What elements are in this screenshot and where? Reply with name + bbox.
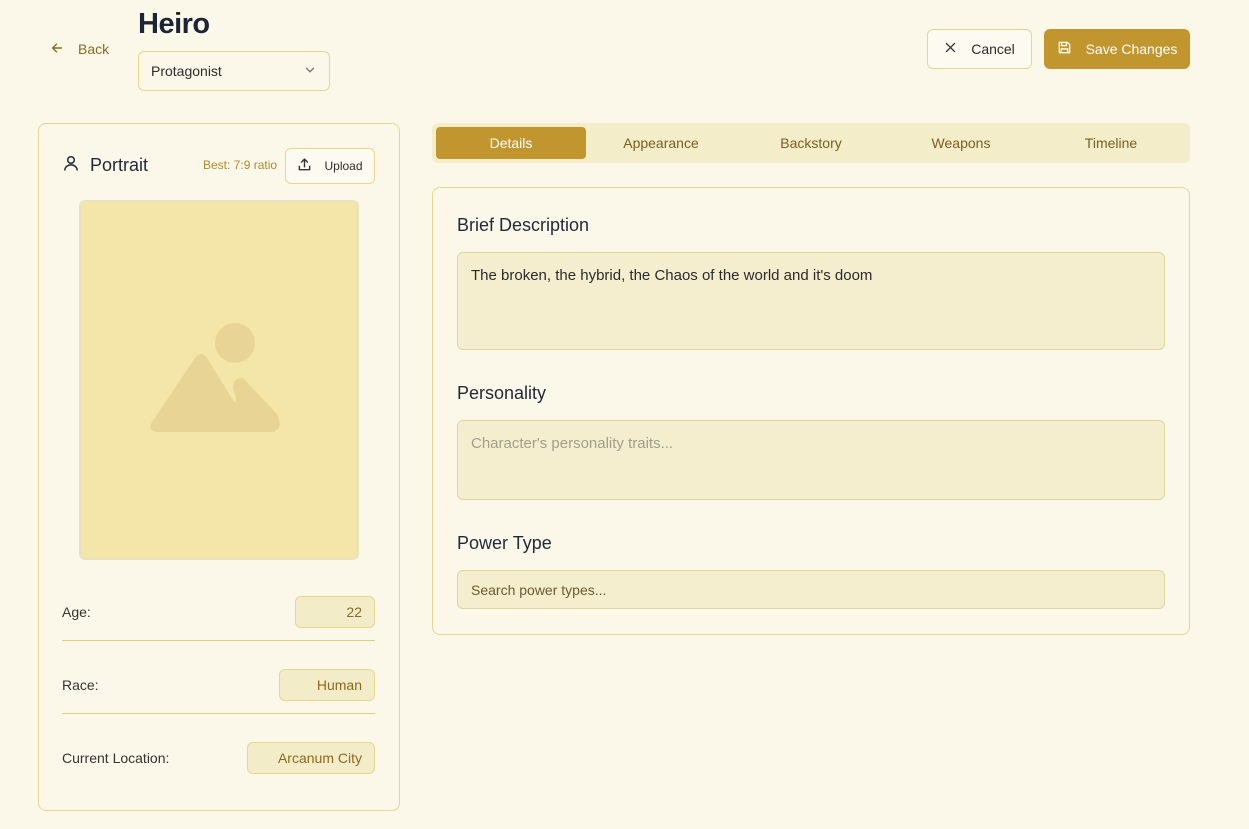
image-placeholder-icon [149, 318, 289, 443]
divider [62, 640, 375, 641]
portrait-heading: Portrait [62, 154, 148, 177]
power-type-search-input[interactable]: Search power types... [457, 570, 1165, 609]
upload-icon [297, 157, 312, 175]
divider [62, 713, 375, 714]
power-type-label: Power Type [457, 533, 552, 553]
personality-label: Personality [457, 383, 547, 403]
tab-timeline[interactable]: Timeline [1036, 127, 1186, 159]
user-icon [62, 154, 80, 177]
tab-appearance[interactable]: Appearance [586, 127, 736, 159]
back-button[interactable]: Back [50, 38, 109, 60]
race-label: Race: [62, 677, 99, 693]
tab-bar: Details Appearance Backstory Weapons Tim… [432, 123, 1190, 163]
ratio-hint: Best: 7:9 ratio [203, 158, 278, 172]
tab-backstory[interactable]: Backstory [736, 127, 886, 159]
tab-weapons[interactable]: Weapons [886, 127, 1036, 159]
save-label: Save Changes [1085, 41, 1178, 57]
tab-details[interactable]: Details [436, 127, 586, 159]
upload-label: Upload [324, 159, 363, 173]
race-field[interactable]: Human [279, 669, 375, 701]
cancel-button[interactable]: Cancel [927, 29, 1032, 69]
cancel-label: Cancel [971, 41, 1015, 57]
brief-description-textarea[interactable]: The broken, the hybrid, the Chaos of the… [457, 252, 1165, 350]
upload-button[interactable]: Upload [285, 148, 375, 184]
close-icon [944, 41, 957, 57]
age-label: Age: [62, 604, 91, 620]
current-location-field[interactable]: Arcanum City [247, 742, 375, 774]
save-icon [1057, 40, 1072, 58]
personality-textarea[interactable]: Character's personality traits... [457, 420, 1165, 500]
current-location-label: Current Location: [62, 750, 170, 766]
brief-description-label: Brief Description [457, 215, 590, 235]
character-name: Heiro [138, 8, 210, 40]
portrait-title: Portrait [90, 155, 149, 175]
back-label: Back [78, 41, 110, 57]
save-changes-button[interactable]: Save Changes [1044, 29, 1190, 69]
role-select[interactable]: Protagonist [138, 51, 330, 91]
age-field[interactable]: 22 [295, 596, 375, 628]
portrait-placeholder[interactable] [79, 200, 359, 560]
arrow-left-icon [50, 41, 64, 58]
role-value: Protagonist [151, 63, 222, 79]
chevron-down-icon [303, 63, 317, 80]
